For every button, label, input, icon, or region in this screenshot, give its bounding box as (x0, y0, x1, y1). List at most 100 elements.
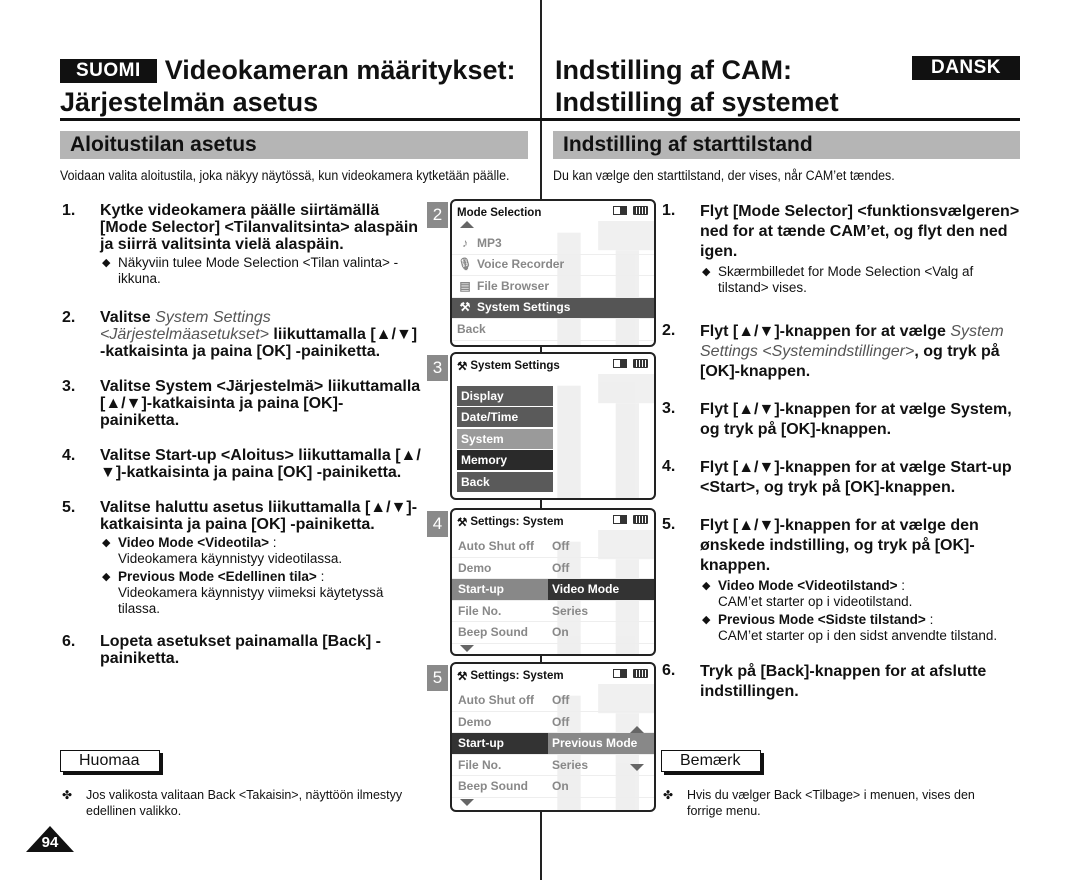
right-intro: Du kan vælge den starttilstand, der vise… (553, 168, 895, 183)
setting-name: Beep Sound (458, 625, 529, 639)
left-note: ✤ Jos valikosta valitaan Back <Takaisin>… (62, 788, 403, 818)
menu-item[interactable]: ▤ File Browser (452, 276, 654, 298)
menu-item[interactable]: Date/Time (457, 407, 553, 427)
screen-title: ⚒ System Settings (452, 354, 654, 374)
memory-card-icon (613, 669, 627, 678)
microphone-icon: 🎙 (457, 257, 473, 272)
step-text: Kytke videokamera päälle siirtämällä [Mo… (100, 202, 419, 253)
setting-row[interactable]: Auto Shut off Off (452, 690, 654, 712)
camera-screen-3: ⚒ System Settings Display Date/Time System Me… (450, 352, 656, 500)
screen-step-number: 3 (427, 355, 448, 381)
setting-row[interactable]: File No. Series (452, 755, 654, 776)
left-title: SUOMI Videokameran määritykset: Järjestel… (60, 54, 515, 118)
step-bullet: Video Mode <Videotilstand> :CAM’et start… (700, 578, 1022, 610)
battery-icon (633, 206, 648, 215)
setting-row[interactable]: Auto Shut off Off (452, 536, 654, 558)
menu-item[interactable]: ⚒ System Settings (452, 297, 654, 319)
step-4: 4. Valitse Start-up <Aloitus> liikuttamal… (62, 447, 422, 481)
step-number: 4. (62, 447, 76, 464)
right-title-line2: Indstilling af systemet (555, 87, 839, 117)
option-up-arrow[interactable] (630, 726, 644, 733)
step-5: 5. Valitse haluttu asetus liikuttamalla [… (62, 499, 422, 617)
menu-item[interactable]: Display (457, 385, 553, 406)
step-1: 1. Kytke videokamera päälle siirtämällä [… (62, 202, 422, 287)
battery-icon (633, 515, 648, 524)
setting-row[interactable]: Start-up Video Mode (452, 579, 654, 601)
menu-item[interactable]: Back (457, 471, 553, 492)
screen-step-number: 4 (427, 511, 448, 537)
setting-row[interactable]: File No. Series (452, 601, 654, 622)
battery-icon (633, 669, 648, 678)
setting-value: Video Mode (548, 579, 654, 600)
setting-row[interactable]: Demo Off (452, 558, 654, 579)
status-icons (613, 206, 648, 215)
left-title-line2: Järjestelmän asetus (60, 87, 319, 117)
screen-title: Mode Selection (452, 201, 654, 221)
camera-screen-5: ⚒ Settings: System Auto Shut off Off Demo Off… (450, 662, 656, 812)
step-number: 6. (662, 662, 676, 679)
step-text: Flyt [▲/▼]-knappen for at vælge den ønsk… (700, 517, 979, 574)
step-bullet: Video Mode <Videotila> :Videokamera käyn… (100, 535, 422, 567)
status-icons (613, 515, 648, 524)
right-section-title: Indstilling af starttilstand (553, 131, 1020, 159)
screen-title: ⚒ Settings: System (452, 664, 654, 684)
status-icons (613, 359, 648, 368)
status-icons (613, 669, 648, 678)
battery-icon (633, 359, 648, 368)
setting-row[interactable]: Demo Off (452, 712, 654, 733)
step-6: 6. Lopeta asetukset painamalla [Back] -pa… (62, 633, 422, 667)
step-number: 1. (62, 202, 76, 219)
page-number: 94 (41, 834, 59, 851)
option-down-arrow[interactable] (630, 764, 644, 771)
step-number: 6. (62, 633, 76, 650)
memory-card-icon (613, 359, 627, 368)
menu-item[interactable]: Memory (457, 450, 553, 470)
right-note: ✤ Hvis du vælger Back <Tilbage> i menuen… (663, 788, 975, 818)
step-text: Valitse haluttu asetus liikuttamalla [▲/… (100, 499, 418, 533)
step-number: 5. (662, 516, 676, 533)
camera-screen-4: ⚒ Settings: System Auto Shut off Off Demo Off… (450, 508, 656, 656)
step-text: Flyt [Mode Selector] <funktionsvælgeren>… (700, 203, 1020, 260)
menu-item[interactable]: 🎙 Voice Recorder (452, 255, 654, 276)
menu-item[interactable]: ♪ MP3 (452, 233, 654, 255)
setting-row[interactable]: Start-up Previous Mode (452, 733, 654, 755)
right-steps: 1. Flyt [Mode Selector] <funktionsvælgere… (662, 202, 1022, 702)
setting-value: Off (552, 693, 570, 707)
settings-tools-icon: ⚒ (457, 516, 468, 529)
left-title-line1: Videokameran määritykset: (164, 55, 516, 85)
left-section-title: Aloitustilan asetus (60, 131, 528, 159)
step-6: 6. Tryk på [Back]-knappen for at afslutte… (662, 662, 1022, 702)
step-number: 1. (662, 202, 676, 219)
left-intro: Voidaan valita aloitustila, joka näkyy n… (60, 168, 510, 183)
setting-row[interactable]: Beep Sound On (452, 776, 654, 798)
step-2: 2. Valitse System Settings <Järjestelmäas… (62, 309, 422, 360)
setting-value: On (552, 779, 569, 793)
step-bullet: Skærmbilledet for Mode Selection <Valg a… (700, 264, 1022, 296)
step-text: Flyt [▲/▼]-knappen for at vælge Start-up… (700, 459, 1012, 496)
menu-item[interactable]: System (457, 428, 553, 449)
setting-value: Off (552, 539, 570, 553)
step-bullet: Previous Mode <Edellinen tila> :Videokam… (100, 569, 422, 617)
setting-name: Demo (458, 714, 492, 729)
screen-title: ⚒ Settings: System (452, 510, 654, 530)
step-number: 2. (62, 309, 76, 326)
setting-name: File No. (458, 757, 502, 772)
step-text: Lopeta asetukset painamalla [Back] -pain… (100, 633, 381, 667)
right-title: Indstilling af CAM: Indstilling af syste… (555, 54, 839, 118)
file-icon: ▤ (459, 278, 471, 293)
left-steps: 1. Kytke videokamera päälle siirtämällä [… (62, 202, 422, 667)
memory-card-icon (613, 206, 627, 215)
music-note-icon: ♪ (462, 235, 468, 250)
step-2: 2. Flyt [▲/▼]-knappen for at vælge System… (662, 322, 1022, 382)
step-4: 4. Flyt [▲/▼]-knappen for at vælge Start-… (662, 458, 1022, 498)
settings-tools-icon: ⚒ (457, 670, 468, 683)
settings-tools-icon: ⚒ (457, 360, 468, 373)
setting-value: Previous Mode (548, 733, 654, 754)
left-header-rule (60, 118, 542, 121)
memory-card-icon (613, 515, 627, 524)
setting-name: File No. (458, 603, 502, 618)
menu-item[interactable]: Back (452, 319, 654, 341)
screen-step-number: 2 (427, 202, 448, 228)
step-text: Tryk på [Back]-knappen for at afslutte i… (700, 663, 987, 700)
setting-row[interactable]: Beep Sound On (452, 622, 654, 644)
